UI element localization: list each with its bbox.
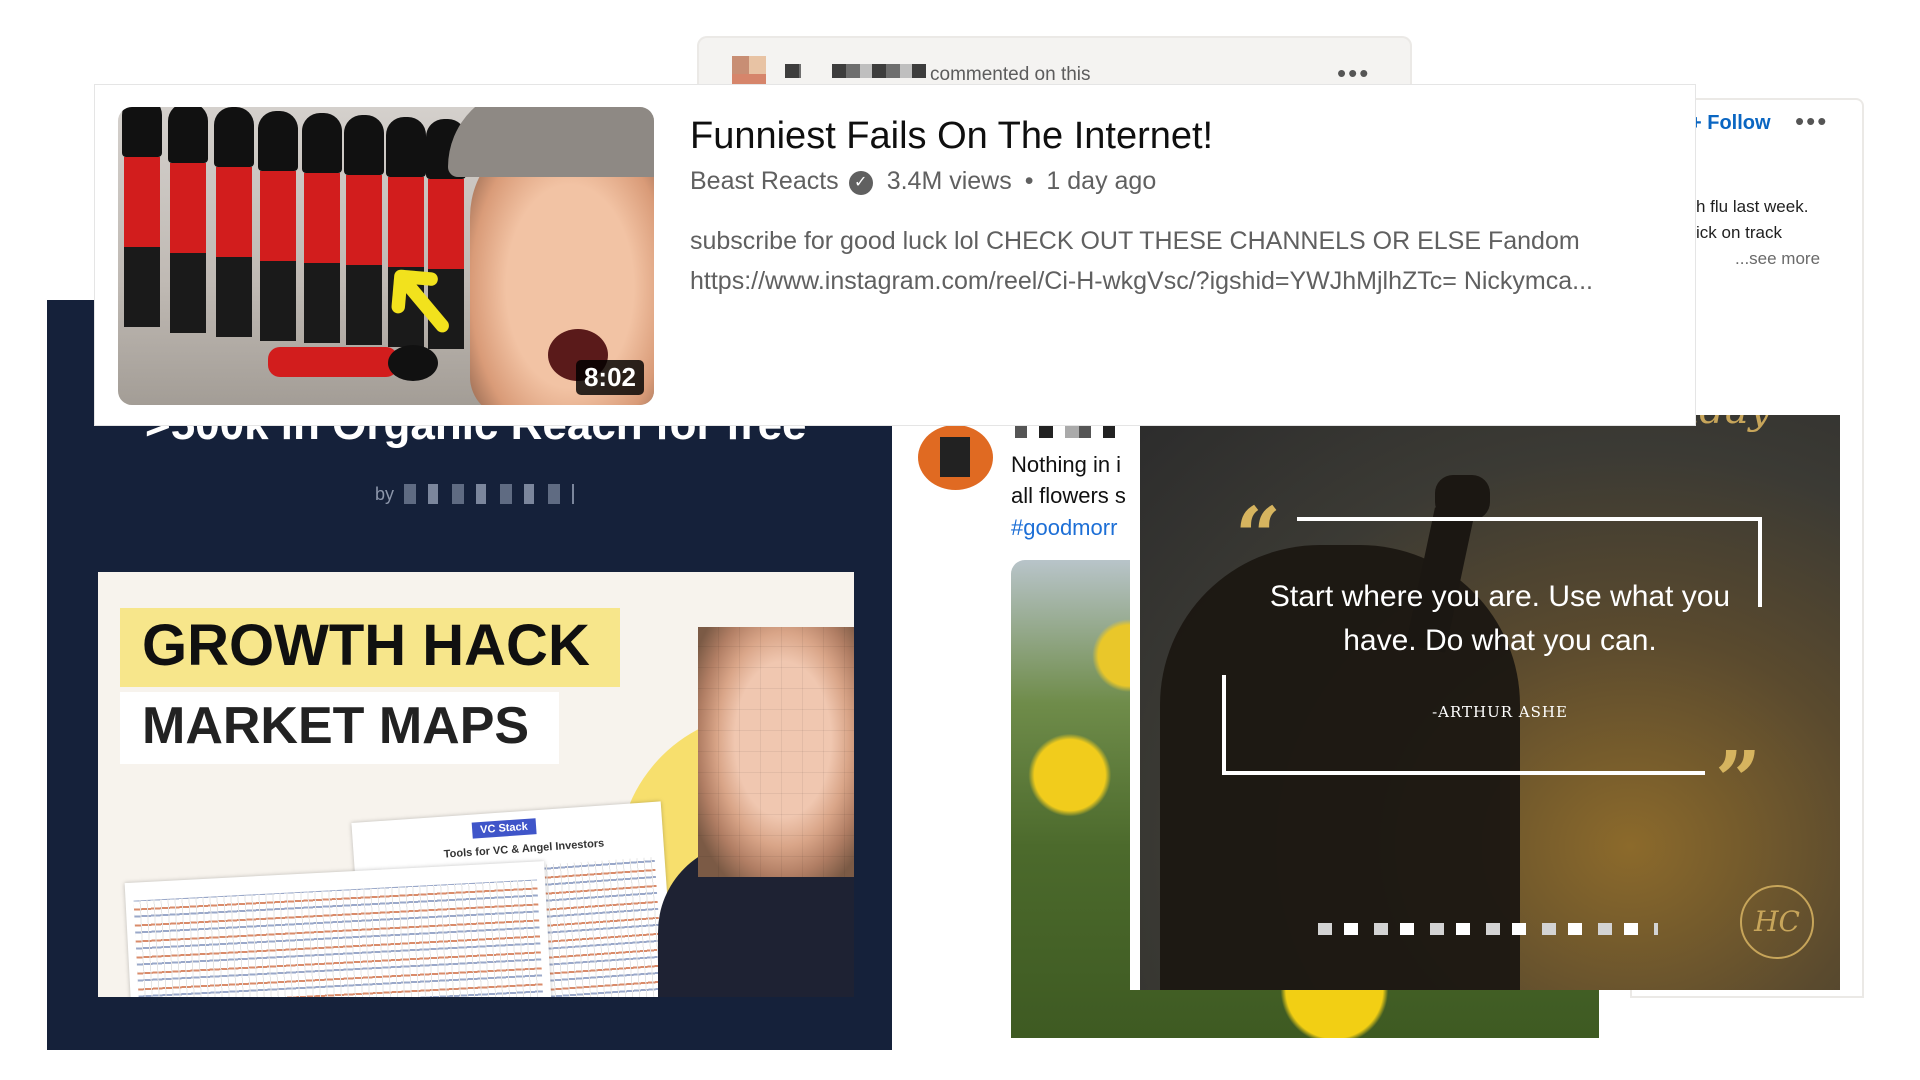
tweet-author-blurred [1015, 426, 1115, 438]
commenter-name-blurred [785, 64, 801, 78]
guard-figure [302, 113, 342, 343]
quote-text: Start where you are. Use what you have. … [1269, 580, 1731, 657]
quote-image: Motivational Monday “ Start where you ar… [1140, 415, 1840, 990]
frame-line [1758, 517, 1762, 607]
tweet-text-line: Nothing in i [1011, 452, 1122, 477]
author-name-blurred [404, 484, 574, 504]
video-duration-badge: 8:02 [575, 360, 644, 395]
description-line: https://www.instagram.com/reel/Ci-H-wkgV… [690, 267, 1594, 295]
verified-check-icon: ✓ [848, 171, 873, 195]
see-more-link[interactable]: ...see more [1735, 249, 1820, 269]
thumbnail-title-line2: MARKET MAPS [120, 692, 560, 764]
close-quote-icon: ” [1715, 733, 1762, 827]
more-options-icon[interactable]: ••• [1795, 106, 1828, 137]
guard-figure [258, 111, 298, 341]
guard-figure [168, 107, 208, 333]
video-thumbnail[interactable]: ➜ 8:02 [118, 107, 654, 405]
blurred-handle [1318, 923, 1658, 935]
frame-line [1222, 675, 1226, 775]
quote-author: -ARTHUR ASHE [1432, 703, 1568, 721]
thumbnail-title-line1: GROWTH HACK [120, 608, 620, 687]
follow-button[interactable]: + Follow [1690, 112, 1771, 135]
commenter-name-blurred [832, 64, 926, 78]
video-meta: Beast Reacts ✓ 3.4M views • 1 day ago [690, 167, 1156, 196]
logo-grid [133, 879, 544, 997]
open-quote-icon: “ [1235, 489, 1282, 583]
vc-stack-badge: VC Stack [471, 818, 537, 839]
tweet-text-line: all flowers s [1011, 483, 1126, 508]
raised-fist [1435, 475, 1490, 520]
youtube-video-result[interactable]: ➜ 8:02 Funniest Fails On The Internet! B… [95, 85, 1695, 425]
hashtag-link[interactable]: #goodmorr [1011, 515, 1117, 541]
byline-label: by [375, 484, 395, 504]
avatar[interactable] [918, 425, 993, 490]
reactor-cap [448, 107, 654, 177]
avatar[interactable] [732, 56, 766, 86]
video-title[interactable]: Funniest Fails On The Internet! [690, 115, 1213, 158]
motivational-quote-card[interactable]: Motivational Monday “ Start where you ar… [1130, 415, 1850, 990]
fallen-guard [268, 347, 398, 377]
comment-activity-text: commented on this [930, 64, 1091, 85]
market-map-sheet [124, 861, 552, 997]
post-text-line: h flu last week. [1696, 197, 1809, 216]
video-description: subscribe for good luck lol CHECK OUT TH… [690, 221, 1670, 301]
post-text-line: ick on track [1696, 223, 1782, 242]
view-count: 3.4M views [886, 167, 1012, 195]
channel-name[interactable]: Beast Reacts [690, 167, 839, 195]
guard-figure [122, 107, 162, 327]
upload-age: 1 day ago [1046, 167, 1157, 195]
sheet-title: Tools for VC & Angel Investors [443, 837, 605, 861]
guard-figure [214, 107, 254, 337]
hc-logo: HC [1740, 885, 1814, 959]
meta-separator: • [1024, 167, 1034, 195]
pixelated-face [698, 627, 854, 877]
description-line: subscribe for good luck lol CHECK OUT TH… [690, 227, 1580, 255]
frame-line [1222, 771, 1705, 775]
growth-hack-thumbnail[interactable]: GROWTH HACK MARKET MAPS VC Stack Tools f… [98, 572, 854, 997]
frame-line [1297, 517, 1762, 521]
